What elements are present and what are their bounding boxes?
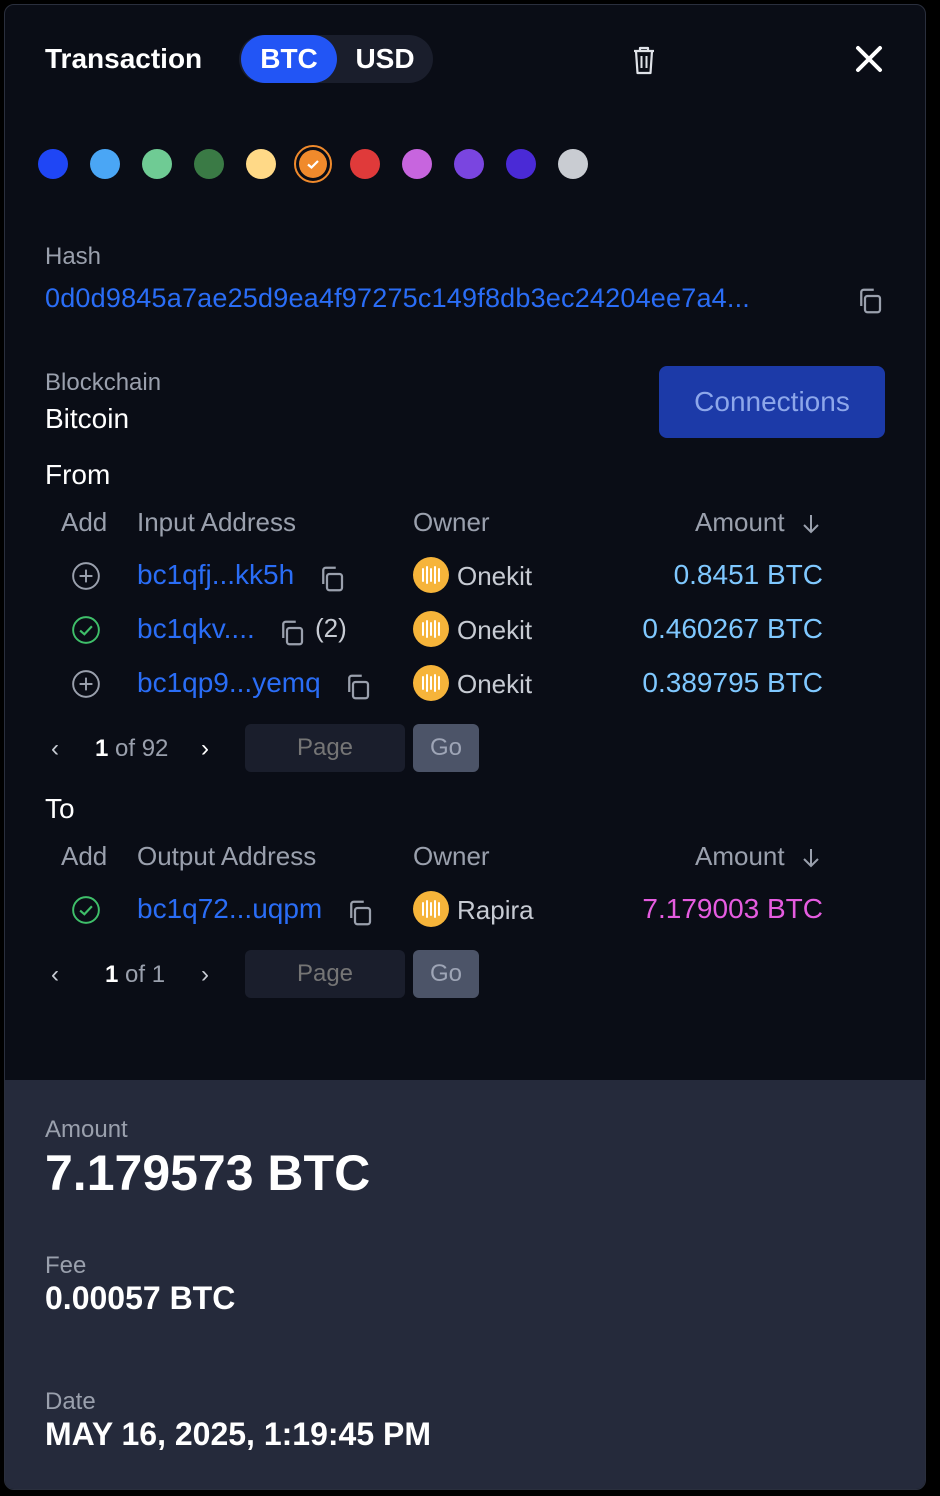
add-input-icon[interactable]	[71, 669, 101, 699]
from-header-amount[interactable]: Amount	[695, 507, 785, 538]
added-check-icon[interactable]	[71, 615, 101, 645]
from-header-address: Input Address	[137, 507, 296, 537]
color-swatch[interactable]	[90, 149, 120, 179]
from-header-amount-label: Amount	[695, 507, 785, 537]
owner-icon	[413, 665, 449, 701]
currency-toggle: BTC USD	[239, 35, 433, 83]
hash-label: Hash	[45, 243, 102, 270]
transaction-panel: Transaction BTC USD Hash 0d0d9845a7ae25d…	[4, 4, 926, 1490]
input-address-link[interactable]: bc1qfj...kk5h	[137, 559, 294, 591]
input-address-link[interactable]: bc1qkv....	[137, 613, 255, 645]
page-input[interactable]	[245, 724, 405, 772]
color-swatch[interactable]	[402, 149, 432, 179]
to-header-owner: Owner	[413, 841, 490, 871]
page-indicator: 1 of 92	[95, 735, 168, 763]
to-header-amount-label: Amount	[695, 841, 785, 871]
added-check-icon[interactable]	[71, 895, 101, 925]
to-header-amount[interactable]: Amount	[695, 841, 785, 872]
from-section-title: From	[45, 459, 111, 490]
color-swatch[interactable]	[454, 149, 484, 179]
color-swatch[interactable]	[558, 149, 588, 179]
add-input-icon[interactable]	[71, 561, 101, 591]
output-address-link[interactable]: bc1q72...uqpm	[137, 893, 322, 925]
color-swatch[interactable]	[506, 149, 536, 179]
hash-link[interactable]: 0d0d9845a7ae25d9ea4f97275c149f8db3ec2420…	[45, 283, 750, 314]
copy-address-icon[interactable]	[317, 563, 347, 595]
to-header-address: Output Address	[137, 841, 317, 871]
blockchain-label: Blockchain	[45, 369, 162, 396]
color-swatch[interactable]	[350, 149, 380, 179]
from-header-add: Add	[61, 507, 108, 537]
owner-name: Onekit	[457, 561, 533, 591]
input-amount: 0.389795 BTC	[642, 667, 823, 698]
copy-hash-icon[interactable]	[855, 285, 885, 317]
to-section-title: To	[45, 793, 75, 824]
output-amount: 7.179003 BTC	[642, 893, 823, 924]
panel-title: Transaction	[45, 43, 203, 74]
owner-icon	[413, 891, 449, 927]
color-swatch[interactable]	[38, 149, 68, 179]
sort-arrow-down-icon[interactable]	[799, 845, 823, 871]
input-amount: 0.8451 BTC	[673, 559, 823, 590]
address-count-badge: (2)	[315, 613, 347, 643]
currency-usd-button[interactable]: USD	[341, 35, 429, 83]
date-label: Date	[45, 1388, 96, 1415]
selected-color-fill	[299, 150, 327, 178]
fee-label: Fee	[45, 1252, 87, 1279]
color-swatch[interactable]	[142, 149, 172, 179]
go-button[interactable]: Go	[413, 724, 479, 772]
from-header-owner: Owner	[413, 507, 490, 537]
total-pages: of 92	[108, 735, 169, 762]
next-page-icon[interactable]: ›	[201, 961, 209, 989]
currency-btc-button[interactable]: BTC	[241, 35, 337, 83]
color-swatch[interactable]	[246, 149, 276, 179]
color-swatch[interactable]	[194, 149, 224, 179]
owner-name: Onekit	[457, 669, 533, 699]
trash-icon[interactable]	[629, 43, 659, 77]
close-icon[interactable]	[851, 41, 887, 77]
to-header-add: Add	[61, 841, 108, 871]
page-indicator: 1 of 1	[105, 961, 165, 989]
fee-value: 0.00057 BTC	[45, 1280, 236, 1316]
page-input[interactable]	[245, 950, 405, 998]
blockchain-value: Bitcoin	[45, 403, 130, 434]
input-amount: 0.460267 BTC	[642, 613, 823, 644]
date-value: MAY 16, 2025, 1:19:45 PM	[45, 1416, 432, 1452]
current-page: 1	[105, 961, 119, 988]
next-page-icon[interactable]: ›	[201, 735, 209, 763]
check-icon	[307, 160, 319, 169]
owner-icon	[413, 557, 449, 593]
prev-page-icon[interactable]: ‹	[51, 961, 59, 989]
amount-label: Amount	[45, 1116, 128, 1143]
copy-address-icon[interactable]	[343, 671, 373, 703]
input-address-link[interactable]: bc1qp9...yemq	[137, 667, 321, 699]
amount-value: 7.179573 BTC	[45, 1145, 371, 1201]
color-swatch[interactable]	[294, 145, 332, 183]
owner-icon	[413, 611, 449, 647]
transaction-summary: Amount 7.179573 BTC Fee 0.00057 BTC Date…	[5, 1080, 925, 1489]
current-page: 1	[95, 735, 109, 762]
prev-page-icon[interactable]: ‹	[51, 735, 59, 763]
copy-address-icon[interactable]	[345, 897, 375, 929]
go-button[interactable]: Go	[413, 950, 479, 998]
connections-button[interactable]: Connections	[659, 366, 885, 438]
copy-address-icon[interactable]	[277, 617, 307, 649]
sort-arrow-down-icon[interactable]	[799, 511, 823, 537]
owner-name: Onekit	[457, 615, 533, 645]
total-pages: of 1	[118, 961, 166, 988]
